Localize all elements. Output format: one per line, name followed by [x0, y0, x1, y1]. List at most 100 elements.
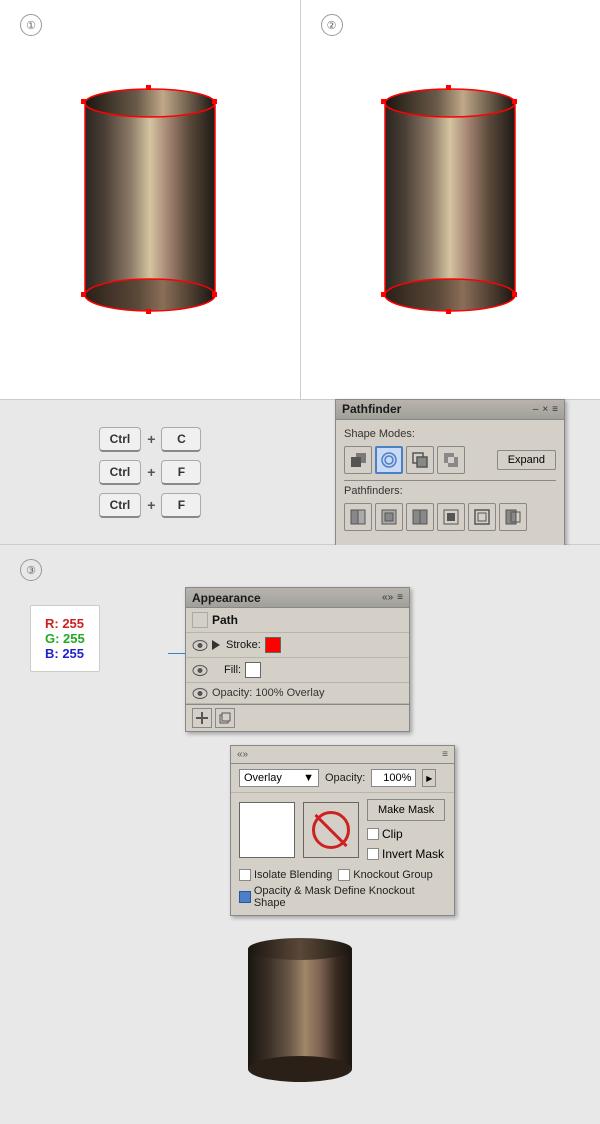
stroke-label: Stroke:: [226, 639, 261, 651]
opacity-mask-label: Opacity & Mask Define Knockout Shape: [254, 885, 446, 909]
invert-mask-label: Invert Mask: [382, 847, 444, 861]
f-key-2: F: [161, 493, 201, 518]
blend-opacity-row: Overlay ▼ Opacity: 100% ▶: [231, 764, 454, 793]
middle-section: Ctrl + C Ctrl + F Ctrl + F Pathfinder – …: [0, 400, 600, 545]
ctrl-key-3: Ctrl: [99, 493, 142, 518]
divide-btn[interactable]: [344, 503, 372, 531]
appearance-title: Appearance: [192, 591, 261, 605]
isolate-blending-item: Isolate Blending: [239, 869, 332, 881]
fill-row[interactable]: Fill:: [186, 658, 409, 683]
outline-btn[interactable]: [468, 503, 496, 531]
shape-mode-buttons: Expand: [344, 446, 556, 474]
clip-label: Clip: [382, 827, 403, 841]
pathfinders-label: Pathfinders:: [344, 485, 556, 497]
path-icon: [192, 612, 208, 628]
pathfinder-buttons-row: [344, 503, 556, 531]
fill-eye-icon[interactable]: [192, 664, 208, 676]
blend-mode-value: Overlay: [244, 772, 282, 784]
color-values-box: R: 255 G: 255 B: 255: [30, 605, 100, 672]
panel-1: ①: [0, 0, 301, 399]
top-section: ①: [0, 0, 600, 400]
transparency-panel: «» ≡ Overlay ▼ Opacity: 100% ▶ Make Mask: [230, 745, 455, 916]
appearance-controls: «» ≡: [382, 592, 403, 603]
pathfinder-titlebar: Pathfinder – × ≡: [336, 400, 564, 420]
plus-3: +: [147, 497, 155, 513]
transparency-titlebar: «» ≡: [231, 746, 454, 764]
pathfinder-controls: – × ≡: [533, 404, 558, 415]
mask-row: Make Mask Clip Invert Mask: [231, 793, 454, 867]
panel-2: ②: [301, 0, 600, 399]
opacity-row: Opacity: 100% Overlay: [186, 683, 409, 704]
stroke-color-swatch[interactable]: [265, 637, 281, 653]
plus-1: +: [147, 431, 155, 447]
minus-back-btn[interactable]: [499, 503, 527, 531]
pathfinder-body: Shape Modes:: [336, 420, 564, 545]
opacity-input[interactable]: 100%: [371, 769, 416, 787]
trans-arrows: «»: [237, 749, 248, 760]
shortcut-row-2: Ctrl + F: [99, 460, 202, 485]
pathfinder-area: Pathfinder – × ≡ Shape Modes:: [300, 400, 600, 544]
minus-front-btn[interactable]: [375, 446, 403, 474]
exclude-btn[interactable]: [437, 446, 465, 474]
invert-mask-checkbox-item: Invert Mask: [367, 847, 445, 861]
panel-3-number: ③: [20, 559, 42, 581]
g-value: G: 255: [45, 631, 85, 646]
add-effect-btn[interactable]: [192, 708, 212, 728]
crop-btn[interactable]: [437, 503, 465, 531]
cylinder-2: [375, 75, 525, 325]
intersect-btn[interactable]: [406, 446, 434, 474]
panel-1-number: ①: [20, 14, 42, 36]
appearance-menu-btn[interactable]: ≡: [397, 592, 403, 603]
c-key: C: [161, 427, 201, 452]
mask-preview-white: [239, 802, 295, 858]
appearance-expand-btn[interactable]: «»: [382, 592, 393, 603]
panel-2-number: ②: [321, 14, 343, 36]
mask-buttons: Make Mask Clip Invert Mask: [367, 799, 445, 861]
invert-mask-checkbox[interactable]: [367, 848, 379, 860]
clip-checkbox[interactable]: [367, 828, 379, 840]
isolate-blending-label: Isolate Blending: [254, 869, 332, 881]
keyboard-shortcuts: Ctrl + C Ctrl + F Ctrl + F: [0, 400, 300, 544]
isolate-knockout-row: Isolate Blending Knockout Group: [231, 867, 454, 883]
ctrl-key-1: Ctrl: [99, 427, 142, 452]
unite-btn[interactable]: [344, 446, 372, 474]
shortcut-row-3: Ctrl + F: [99, 493, 202, 518]
opacity-text: Opacity: 100% Overlay: [212, 687, 325, 699]
close-btn[interactable]: ×: [542, 404, 548, 415]
f-key-1: F: [161, 460, 201, 485]
ctrl-key-2: Ctrl: [99, 460, 142, 485]
duplicate-item-btn[interactable]: [215, 708, 235, 728]
blend-mode-select[interactable]: Overlay ▼: [239, 769, 319, 787]
minimize-btn[interactable]: –: [533, 404, 539, 415]
fill-label: Fill:: [224, 664, 241, 676]
stroke-expand-icon[interactable]: [212, 640, 220, 650]
mask-preview-icon: [303, 802, 359, 858]
bottom-cylinder: [240, 931, 360, 1094]
opacity-mask-item: Opacity & Mask Define Knockout Shape: [239, 885, 446, 909]
fill-color-swatch[interactable]: [245, 662, 261, 678]
opacity-eye-icon[interactable]: [192, 687, 208, 699]
trans-menu-btn[interactable]: ≡: [442, 749, 448, 760]
menu-btn[interactable]: ≡: [552, 404, 558, 415]
opacity-arrow-btn[interactable]: ▶: [422, 769, 436, 787]
knockout-group-checkbox[interactable]: [338, 869, 350, 881]
appearance-toolbar: [186, 704, 409, 731]
trim-btn[interactable]: [375, 503, 403, 531]
no-entry-icon: [312, 811, 350, 849]
stroke-row[interactable]: Stroke:: [186, 633, 409, 658]
merge-btn[interactable]: [406, 503, 434, 531]
blend-dropdown-arrow[interactable]: ▼: [303, 772, 314, 784]
path-label: Path: [212, 613, 238, 627]
stroke-eye-icon[interactable]: [192, 639, 208, 651]
plus-2: +: [147, 464, 155, 480]
cylinder-1: [75, 75, 225, 325]
isolate-blending-checkbox[interactable]: [239, 869, 251, 881]
path-row: Path: [186, 608, 409, 633]
opacity-mask-row: Opacity & Mask Define Knockout Shape: [231, 883, 454, 915]
pathfinder-title: Pathfinder: [342, 402, 401, 416]
opacity-mask-checkbox[interactable]: [239, 891, 251, 903]
make-mask-btn[interactable]: Make Mask: [367, 799, 445, 821]
shortcut-row-1: Ctrl + C: [99, 427, 202, 452]
expand-btn[interactable]: Expand: [497, 450, 556, 470]
b-value: B: 255: [45, 646, 85, 661]
